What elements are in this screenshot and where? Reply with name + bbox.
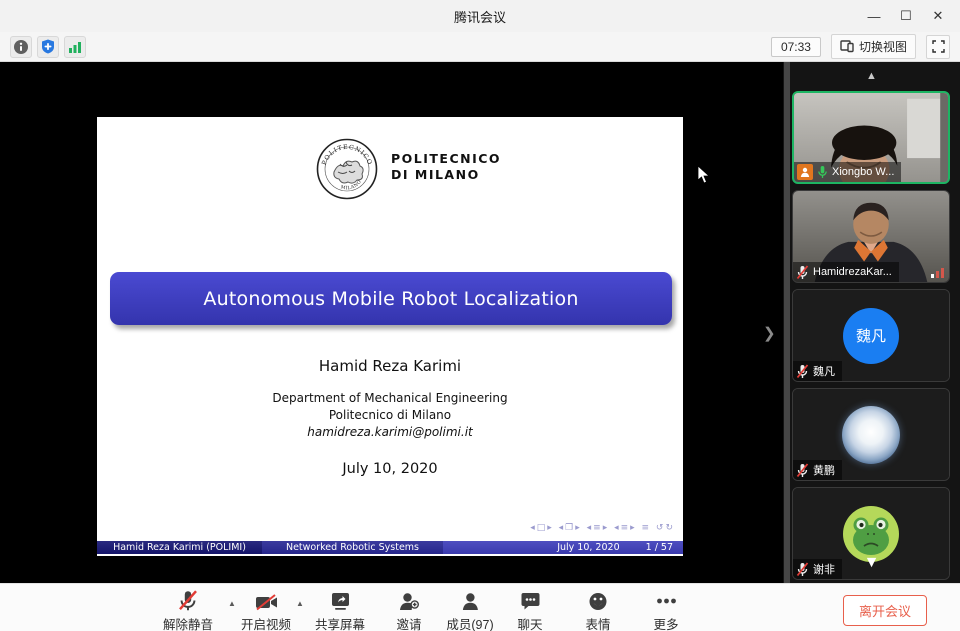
meeting-info-button[interactable]: [10, 36, 32, 58]
info-icon: [14, 40, 28, 54]
mic-muted-icon: [796, 463, 809, 478]
polimi-logo: POLITECNICO MILANO POLITECNICO DI MILANO: [316, 138, 501, 200]
participant-label: 黄鹏: [793, 460, 842, 480]
sphere-avatar: [842, 406, 900, 464]
members-button[interactable]: 成员(97): [446, 590, 493, 631]
mic-muted-icon: [796, 265, 809, 280]
polimi-logo-text: POLITECNICO DI MILANO: [391, 151, 501, 200]
video-options-arrow[interactable]: ▲: [296, 599, 304, 608]
participant-label: 黄鹏 魏凡: [793, 361, 842, 381]
department-line: Department of Mechanical Engineering: [97, 390, 683, 407]
invite-button[interactable]: 邀请: [396, 590, 421, 631]
emoji-smiley-icon: [588, 592, 607, 611]
sidebar-divider: [784, 62, 790, 583]
camera-off-icon: [254, 594, 277, 611]
shield-icon: [41, 39, 55, 54]
footer-course-segment: Networked Robotic Systems: [262, 541, 443, 554]
author-email: hamidreza.karimi@polimi.it: [97, 424, 683, 441]
minimize-button[interactable]: —: [858, 0, 890, 32]
sidebar-collapse-chevron[interactable]: ❯: [763, 324, 776, 342]
beamer-navigation-symbols: ◂□▸ ◂❐▸ ◂≡▸ ◂≡▸ ≡ ↺↻: [530, 523, 675, 533]
footer-date: July 10, 2020: [557, 542, 619, 553]
members-icon: [461, 592, 479, 611]
security-button[interactable]: [37, 36, 59, 58]
window-title: 腾讯会议: [454, 7, 506, 26]
title-bar: 腾讯会议 — ☐ ✕: [0, 0, 960, 32]
slide-author: Hamid Reza Karimi: [97, 357, 683, 375]
meeting-timer: 07:33: [771, 37, 821, 57]
mic-on-icon: [817, 165, 828, 179]
host-person-icon: [800, 167, 810, 177]
participant-label: Xiongbo W...: [794, 162, 901, 182]
more-label: 更多: [653, 614, 678, 631]
shared-screen-stage: POLITECNICO MILANO POLITECNICO DI MILANO…: [0, 62, 960, 583]
unmute-button[interactable]: 解除静音: [163, 590, 213, 631]
invite-label: 邀请: [396, 614, 421, 631]
fullscreen-button[interactable]: [926, 35, 950, 59]
participant-tile-xiongbo[interactable]: Xiongbo W...: [792, 91, 950, 184]
university-line: Politecnico di Milano: [97, 407, 683, 424]
participant-name: Xiongbo W...: [832, 166, 894, 178]
share-screen-button[interactable]: 共享屏幕: [315, 590, 365, 631]
mic-muted-icon: [796, 364, 809, 379]
network-quality-button[interactable]: [64, 36, 86, 58]
scroll-up-arrow[interactable]: ▲: [783, 70, 960, 82]
close-button[interactable]: ✕: [922, 0, 954, 32]
more-dots-icon: [656, 598, 676, 604]
mouse-cursor: [697, 165, 710, 184]
signal-bars-icon: [68, 40, 82, 53]
switch-view-label: 切换视图: [859, 38, 907, 55]
maximize-button[interactable]: ☐: [890, 0, 922, 32]
members-label: 成员(97): [446, 614, 493, 631]
slide-footer-bar: Hamid Reza Karimi (POLIMI) Networked Rob…: [97, 541, 683, 554]
tencent-meeting-window: 腾讯会议 — ☐ ✕: [0, 0, 960, 631]
start-video-label: 开启视频: [241, 614, 291, 631]
slide-date: July 10, 2020: [97, 461, 683, 477]
participant-name: 魏凡: [813, 363, 835, 379]
unmute-label: 解除静音: [163, 614, 213, 631]
initials-avatar: 魏凡: [843, 308, 899, 364]
slide-title: Autonomous Mobile Robot Localization: [203, 288, 578, 310]
emoji-button[interactable]: 表情: [585, 590, 610, 631]
participant-name: HamidrezaKar...: [813, 266, 892, 278]
participant-tile-hamidreza[interactable]: HamidrezaKar...: [792, 190, 950, 283]
meeting-toolbar: 07:33 切换视图: [0, 32, 960, 62]
fullscreen-icon: [932, 40, 945, 53]
footer-page-number: 1 / 57: [646, 542, 673, 553]
scroll-down-arrow[interactable]: ▼: [783, 554, 960, 572]
participants-sidebar: ▲: [783, 62, 960, 583]
poor-signal-icon: [931, 268, 944, 278]
polimi-seal-icon: POLITECNICO MILANO: [316, 138, 378, 200]
control-bar: 解除静音 ▲ 开启视频 ▲ 共享屏幕: [0, 583, 960, 631]
chat-button[interactable]: 聊天: [517, 590, 542, 631]
participant-label: HamidrezaKar...: [793, 262, 899, 282]
leave-meeting-button[interactable]: 离开会议: [843, 595, 927, 626]
host-badge: [797, 164, 813, 180]
share-screen-label: 共享屏幕: [315, 614, 365, 631]
slide-affiliation: Department of Mechanical Engineering Pol…: [97, 390, 683, 441]
audio-options-arrow[interactable]: ▲: [228, 599, 236, 608]
chat-label: 聊天: [517, 614, 542, 631]
participant-tile-huangpeng[interactable]: 黄鹏: [792, 388, 950, 481]
start-video-button[interactable]: 开启视频: [241, 590, 291, 631]
participant-tile-weifan[interactable]: 魏凡 黄鹏 魏凡: [792, 289, 950, 382]
switch-view-button[interactable]: 切换视图: [831, 34, 916, 59]
participant-name: 黄鹏: [813, 462, 835, 478]
mic-muted-icon: [178, 590, 198, 611]
more-button[interactable]: 更多: [653, 590, 678, 631]
chat-icon: [520, 592, 540, 611]
emoji-label: 表情: [585, 614, 610, 631]
layout-view-icon: [840, 40, 854, 53]
presentation-slide: POLITECNICO MILANO POLITECNICO DI MILANO…: [97, 117, 683, 556]
footer-author-segment: Hamid Reza Karimi (POLIMI): [97, 541, 262, 554]
footer-date-page-segment: July 10, 2020 1 / 57: [443, 541, 683, 554]
slide-title-banner: Autonomous Mobile Robot Localization: [110, 272, 672, 325]
share-screen-icon: [329, 592, 350, 611]
invite-person-icon: [398, 592, 419, 611]
